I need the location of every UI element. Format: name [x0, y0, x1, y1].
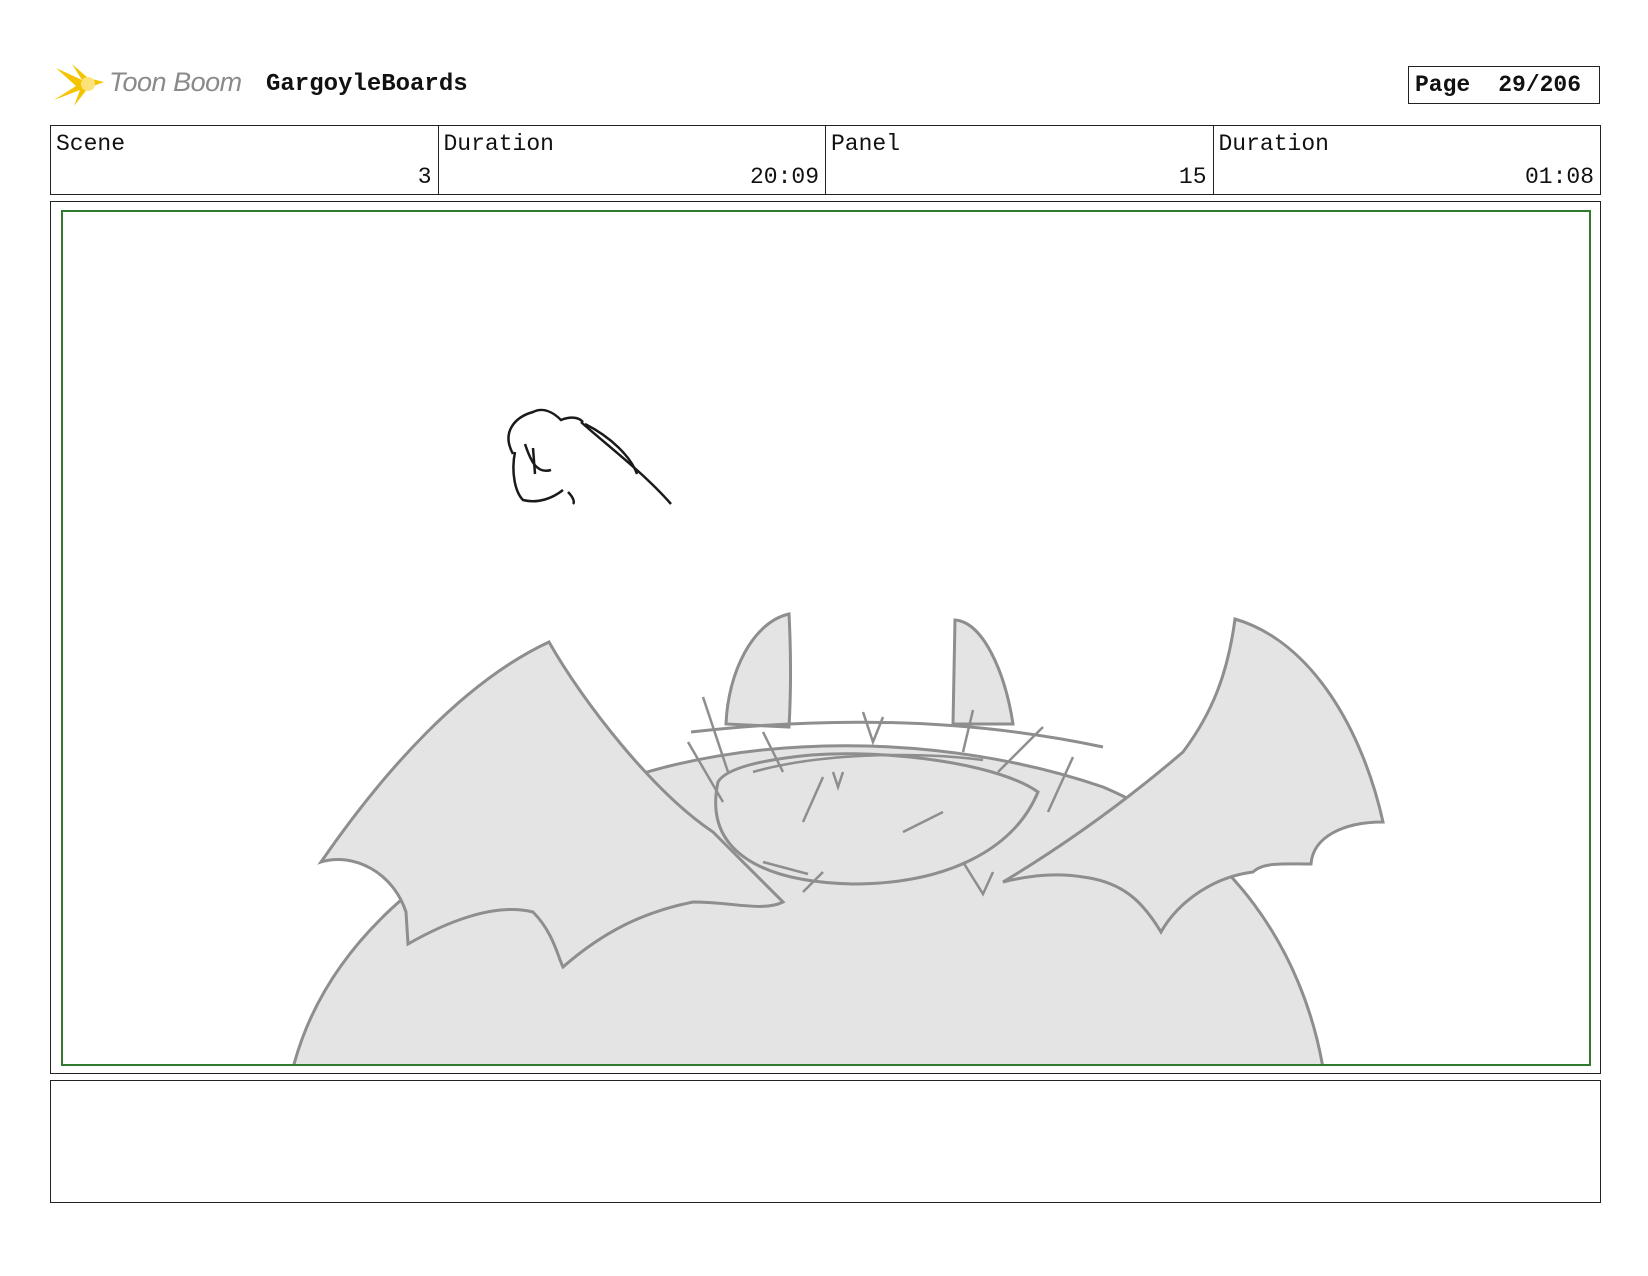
panel-duration-label: Duration — [1218, 131, 1329, 157]
gargoyle-right-ear — [951, 618, 1015, 726]
gargoyle-head-rim — [690, 720, 1104, 749]
toon-boom-logo: Toon Boom — [52, 58, 252, 112]
scene-duration-cell: Duration 20:09 — [439, 126, 826, 194]
gargoyle-left-ear — [724, 612, 792, 729]
page-indicator: Page 29/206 — [1408, 66, 1600, 104]
panel-cell: Panel 15 — [826, 126, 1214, 194]
scene-duration-value: 20:09 — [749, 164, 819, 190]
scene-duration-label: Duration — [443, 131, 554, 157]
panel-notes-box — [50, 1080, 1601, 1203]
panel-label: Panel — [831, 131, 901, 157]
scene-label: Scene — [56, 131, 126, 157]
flying-figure-sketch — [507, 408, 672, 505]
panel-duration-value: 01:08 — [1524, 164, 1594, 190]
page-value: 29/206 — [1498, 72, 1582, 98]
scene-cell: Scene 3 — [51, 126, 439, 194]
page-label: Page — [1415, 72, 1471, 98]
scene-info-table: Scene 3 Duration 20:09 Panel 15 Duration… — [50, 125, 1601, 195]
panel-value: 15 — [1178, 164, 1207, 190]
scene-value: 3 — [417, 164, 432, 190]
panel-image — [61, 210, 1591, 1066]
logo-text: Toon Boom — [109, 67, 242, 97]
project-name: GargoyleBoards — [266, 71, 468, 98]
starburst-icon — [54, 64, 104, 106]
storyboard-sketch — [292, 408, 1385, 1064]
panel-duration-cell: Duration 01:08 — [1214, 126, 1601, 194]
